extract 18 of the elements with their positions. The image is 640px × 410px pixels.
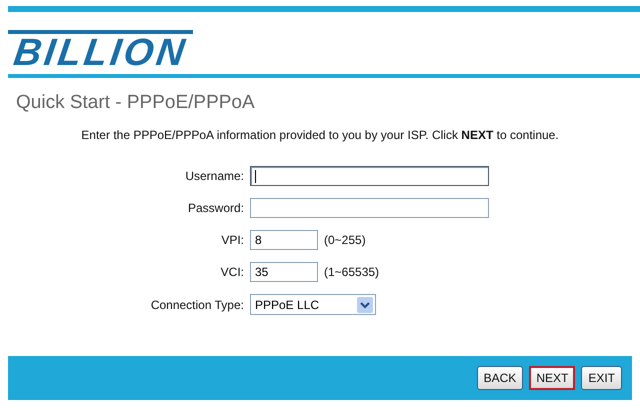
- username-field[interactable]: [250, 166, 489, 186]
- input-field[interactable]: 35: [250, 262, 318, 282]
- wizard-button[interactable]: EXIT: [581, 366, 622, 390]
- page-title: Quick Start - PPPoE/PPPoA: [16, 92, 255, 114]
- range-hint: (0~255): [324, 233, 366, 247]
- password-field[interactable]: [250, 198, 489, 218]
- instruction-text: Enter the PPPoE/PPPoA information provided to you by your ISP. Click NEXT to continue.: [80, 128, 560, 142]
- connection-type-dropdown[interactable]: PPPoE LLC: [250, 294, 376, 315]
- billion-logo: BILLION: [10, 34, 190, 72]
- wizard-button[interactable]: BACK: [476, 366, 524, 390]
- wizard-button[interactable]: NEXT: [529, 366, 576, 390]
- field-label: Username:: [185, 169, 244, 183]
- field-label: Connection Type:: [150, 298, 244, 312]
- field-label: VPI:: [221, 233, 244, 247]
- field-label: VCI:: [220, 265, 244, 279]
- input-field[interactable]: 8: [250, 230, 318, 250]
- field-label: Password:: [188, 201, 244, 215]
- range-hint: (1~65535): [324, 265, 380, 279]
